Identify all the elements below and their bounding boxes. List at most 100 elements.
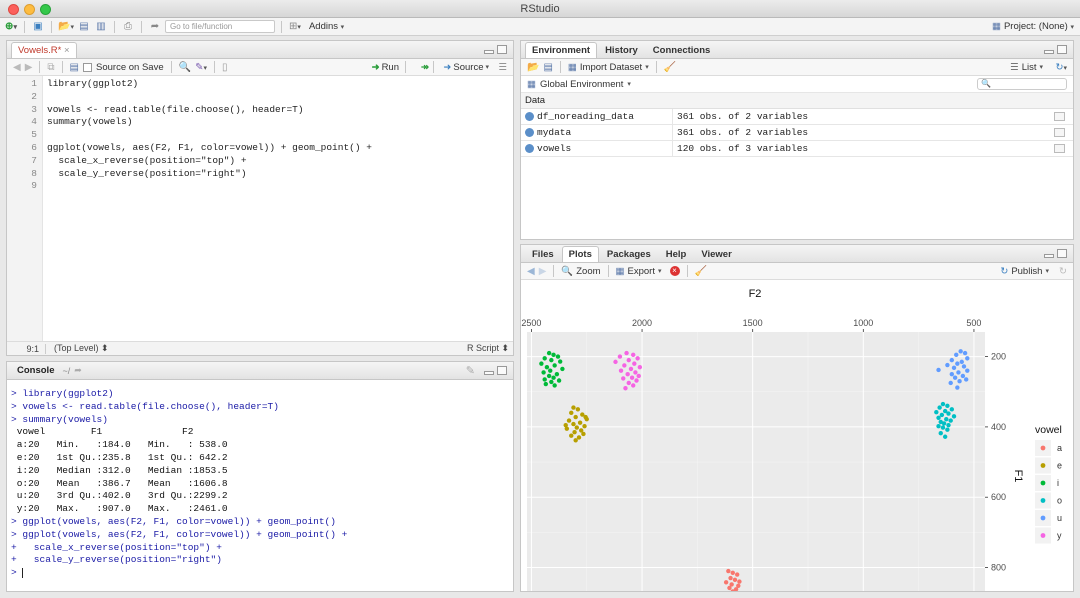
save-icon[interactable]: ▤ <box>77 20 91 34</box>
back-arrow-icon[interactable]: ◀ <box>13 62 21 73</box>
code-line[interactable]: library(ggplot2) <box>47 78 372 91</box>
minimize-pane-button[interactable] <box>1044 50 1054 54</box>
project-menu[interactable]: ▦ Project: (None) ▾ <box>992 20 1074 34</box>
save-all-icon[interactable]: ▥ <box>94 20 108 34</box>
zoom-button[interactable]: 🔍 Zoom <box>561 266 600 277</box>
goto-dir-icon[interactable]: ➦ <box>74 365 82 376</box>
view-data-icon[interactable] <box>1054 144 1065 153</box>
close-tab-icon[interactable]: × <box>64 45 70 56</box>
code-line[interactable]: ggplot(vowels, aes(F2, F1, color=vowel))… <box>47 142 372 155</box>
tab-viewer[interactable]: Viewer <box>694 246 738 262</box>
clear-workspace-broom-icon[interactable]: 🧹 <box>664 62 676 73</box>
expand-arrow-icon[interactable] <box>525 128 534 137</box>
toolbar-divider <box>559 61 561 73</box>
addins-menu[interactable]: Addins ▾ <box>309 20 344 34</box>
maximize-pane-button[interactable] <box>1057 45 1067 54</box>
open-file-icon[interactable]: 📂 ▾ <box>58 20 74 34</box>
tab-files[interactable]: Files <box>525 246 561 262</box>
code-line[interactable] <box>47 180 372 193</box>
view-data-icon[interactable] <box>1054 112 1065 121</box>
source-button[interactable]: ➜ Source ▾ <box>443 62 489 73</box>
tab-console[interactable]: Console <box>11 365 54 376</box>
save-workspace-icon[interactable]: ▤ <box>543 62 552 73</box>
code-tools-wand-icon[interactable]: ✎▾ <box>195 62 207 73</box>
refresh-icon[interactable]: ↻▾ <box>1056 62 1067 73</box>
import-dataset-button[interactable]: ▦ Import Dataset ▾ <box>568 62 649 73</box>
zoom-window-button[interactable] <box>40 4 51 15</box>
data-point-e <box>583 414 588 420</box>
load-workspace-icon[interactable]: 📂 <box>527 62 539 73</box>
rerun-icon[interactable]: ↠ <box>421 62 429 73</box>
next-plot-icon[interactable]: ▶ <box>539 266 547 277</box>
publish-button[interactable]: ↻ Publish ▾ <box>1000 266 1049 277</box>
tab-packages[interactable]: Packages <box>600 246 658 262</box>
code-area[interactable]: library(ggplot2) vowels <- read.table(fil… <box>47 78 372 193</box>
new-file-icon[interactable]: ⊕ ▾ <box>4 20 18 34</box>
clear-plots-broom-icon[interactable]: 🧹 <box>695 266 707 277</box>
maximize-pane-button[interactable] <box>1057 249 1067 258</box>
code-line[interactable] <box>47 91 372 104</box>
data-point-u <box>958 349 963 354</box>
minimize-pane-button[interactable] <box>1044 254 1054 258</box>
code-line[interactable] <box>47 129 372 142</box>
scope-selector[interactable]: (Top Level) ⬍ <box>46 343 109 354</box>
outline-icon[interactable]: ☰ <box>498 62 507 73</box>
addins-label: Addins <box>308 21 339 32</box>
show-in-window-icon[interactable]: ⧉ <box>47 62 54 73</box>
data-point-y <box>626 357 631 363</box>
tab-help[interactable]: Help <box>659 246 694 262</box>
environment-search-input[interactable]: 🔍 <box>977 78 1067 90</box>
env-var-name: df_noreading_data <box>537 111 634 122</box>
env-row[interactable]: vowels 120 obs. of 3 variables <box>521 140 1073 157</box>
data-point-e <box>571 405 576 410</box>
console-output[interactable]: > library(ggplot2) > vowels <- read.table… <box>7 380 513 590</box>
global-env-dropdown[interactable]: ▦ Global Environment ▾ <box>527 79 631 90</box>
data-point-u <box>957 379 962 384</box>
toolbar-divider <box>433 61 434 73</box>
maximize-pane-button[interactable] <box>497 45 507 54</box>
code-line[interactable]: scale_x_reverse(position="top") + <box>47 155 372 168</box>
print-icon[interactable]: ⎙ <box>121 20 135 34</box>
pane-layout-icon[interactable]: ⊞ ▾ <box>288 20 302 34</box>
env-row[interactable]: mydata 361 obs. of 2 variables <box>521 124 1073 141</box>
expand-arrow-icon[interactable] <box>525 112 534 121</box>
console-cursor <box>22 567 24 578</box>
minimize-pane-button[interactable] <box>484 50 494 54</box>
toolbar-divider <box>51 20 52 33</box>
clear-console-icon[interactable]: ✎ <box>466 364 475 377</box>
close-window-button[interactable] <box>8 4 19 15</box>
tab-history[interactable]: History <box>598 42 645 58</box>
forward-arrow-icon[interactable]: ▶ <box>25 62 33 73</box>
data-point-y <box>624 350 629 356</box>
tab-connections[interactable]: Connections <box>646 42 718 58</box>
minimize-window-button[interactable] <box>24 4 35 15</box>
code-line[interactable]: summary(vowels) <box>47 116 372 129</box>
tab-vowels-r[interactable]: Vowels.R* × <box>11 42 77 58</box>
code-line[interactable]: scale_y_reverse(position="right") <box>47 168 372 181</box>
export-button[interactable]: ▦ Export ▾ <box>616 266 662 277</box>
data-point-u <box>952 375 958 380</box>
compile-report-icon[interactable]: ▯ <box>222 62 228 73</box>
remove-plot-icon[interactable]: × <box>669 266 680 276</box>
code-editor[interactable]: 123456789 library(ggplot2) vowels <- read… <box>7 76 513 341</box>
search-icon[interactable]: 🔍 <box>179 62 191 73</box>
editor-window-buttons <box>484 45 507 54</box>
expand-arrow-icon[interactable] <box>525 144 534 153</box>
minimize-pane-button[interactable] <box>484 371 494 375</box>
tab-environment[interactable]: Environment <box>525 42 598 58</box>
run-button[interactable]: ➜ Run <box>372 62 399 73</box>
tab-plots[interactable]: Plots <box>561 246 599 262</box>
list-view-button[interactable]: ☰ List ▾ <box>1010 62 1043 73</box>
previous-plot-icon[interactable]: ◀ <box>527 266 535 277</box>
code-line[interactable]: vowels <- read.table(file.choose(), head… <box>47 104 372 117</box>
save-icon[interactable]: ▤ <box>70 62 79 73</box>
refresh-plot-icon[interactable]: ↻ <box>1059 266 1067 277</box>
maximize-pane-button[interactable] <box>497 366 507 375</box>
file-type-selector[interactable]: R Script ⬍ <box>467 343 509 354</box>
view-data-icon[interactable] <box>1054 128 1065 137</box>
goto-file-input[interactable]: Go to file/function <box>164 20 275 33</box>
console-command-line: > <box>11 567 24 579</box>
new-project-icon[interactable]: ▣ <box>31 20 45 34</box>
env-row[interactable]: df_noreading_data 361 obs. of 2 variables <box>521 108 1073 125</box>
source-on-save-checkbox[interactable] <box>83 62 92 72</box>
